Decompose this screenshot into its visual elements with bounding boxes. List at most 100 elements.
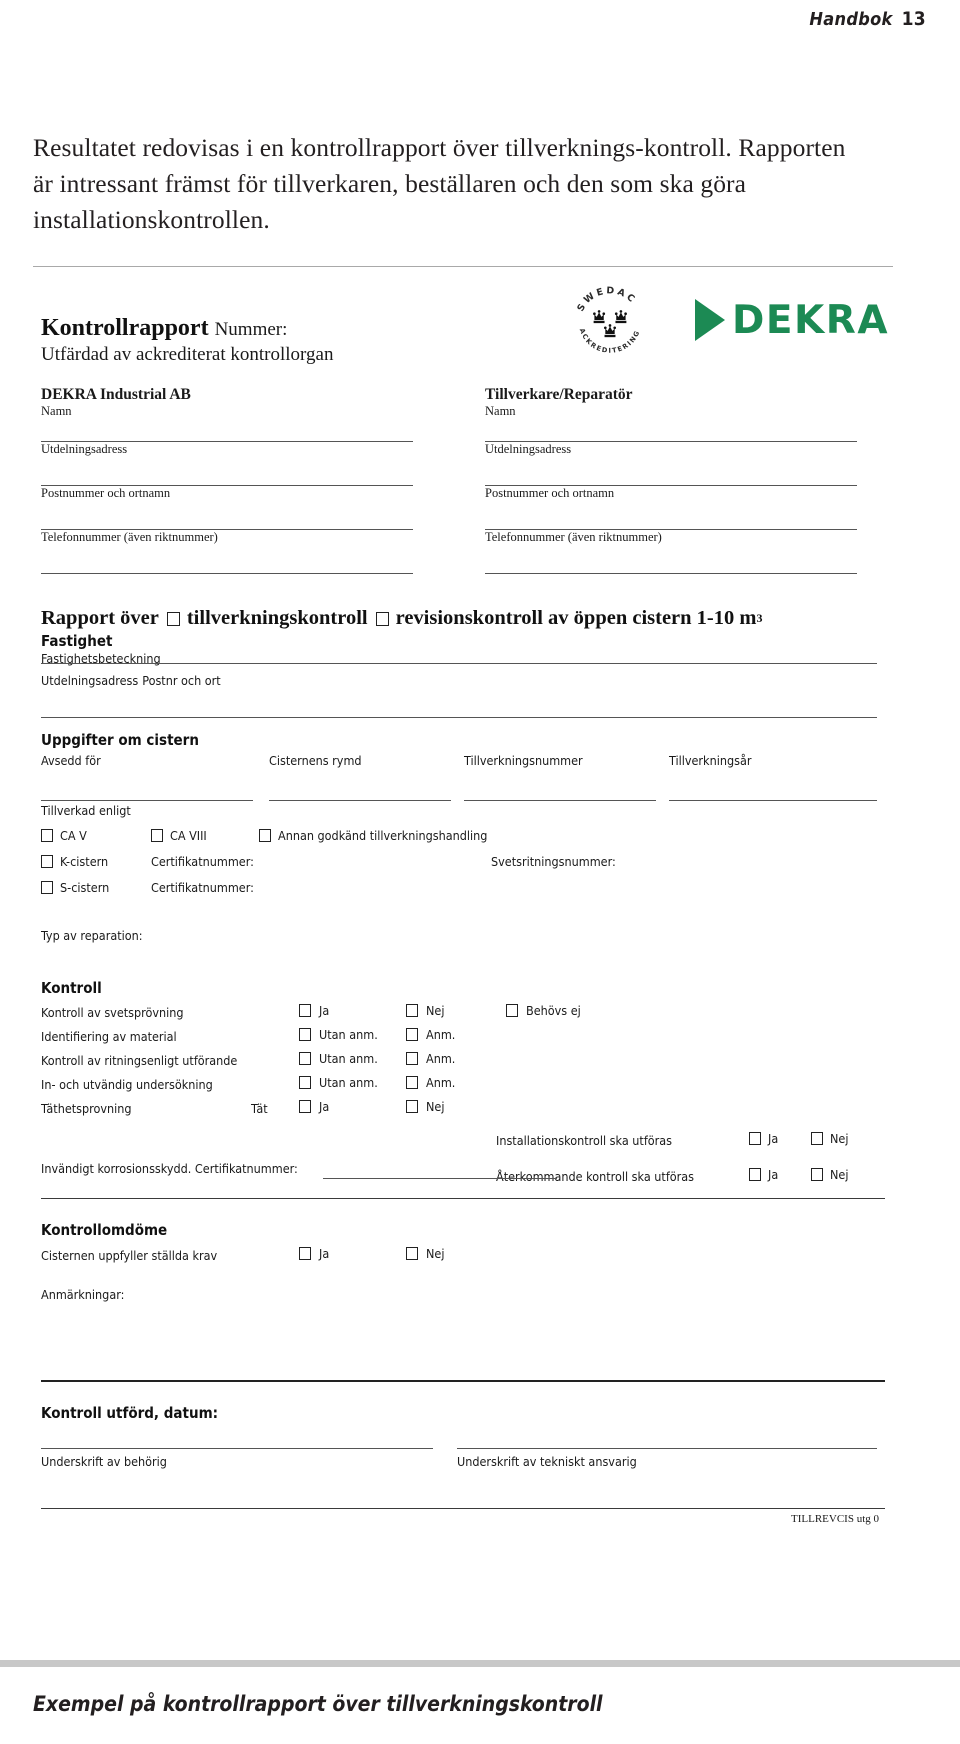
label-certifikatnummer-s: Certifikatnummer: bbox=[151, 880, 254, 895]
kontrollorgan-name: DEKRA Industrial AB bbox=[41, 386, 191, 403]
label-ca-viii: CA VIII bbox=[170, 828, 207, 843]
label-cisternen-uppfyller-krav: Cisternen uppfyller ställda krav bbox=[41, 1248, 218, 1263]
field-label-telefonnummer-left: Telefonnummer (även riktnummer) bbox=[41, 530, 218, 544]
checkbox-ca-v[interactable] bbox=[41, 829, 53, 842]
label-tathetsprovning-ja: Ja bbox=[319, 1099, 330, 1114]
fastighet-block: Fastighet Fastighetsbeteckning Utdelning… bbox=[41, 632, 885, 718]
kontrollomdome-block: Kontrollomdöme Cisternen uppfyller ställ… bbox=[41, 1221, 885, 1302]
field-rule-telefonnummer-right[interactable] bbox=[485, 573, 857, 574]
checkbox-aterkommande-nej[interactable] bbox=[811, 1168, 823, 1181]
kontroll-row-tathetsprovning: Täthetsprovning Tät Ja Nej bbox=[41, 1098, 885, 1122]
kontroll-right-row-installationskontroll: Installationskontroll ska utföras Ja Nej bbox=[496, 1130, 881, 1154]
label-certifikatnummer-k: Certifikatnummer: bbox=[151, 854, 254, 869]
label-annan-godkand-tillverkningshandling: Annan godkänd tillverkningshandling bbox=[278, 828, 488, 843]
label-underskrift-behorig: Underskrift av behörig bbox=[41, 1454, 167, 1469]
kontroll-row-label-svetsprovning: Kontroll av svetsprövning bbox=[41, 1005, 184, 1020]
cistern-col-rule-tillverkningsnummer[interactable] bbox=[464, 800, 656, 801]
checkbox-uppfyller-krav-nej[interactable] bbox=[406, 1247, 418, 1260]
kontroll-row-identifiering-material: Identifiering av material Utan anm. Anm. bbox=[41, 1026, 885, 1050]
label-aterkommande-nej: Nej bbox=[830, 1167, 849, 1182]
rapport-over-line: Rapport över tillverkningskontroll revis… bbox=[41, 607, 885, 630]
rapport-superscript: 3 bbox=[756, 611, 763, 625]
label-invandigt-korrosionsskydd: Invändigt korrosionsskydd. Certifikatnum… bbox=[41, 1161, 298, 1176]
checkbox-tathetsprovning-nej[interactable] bbox=[406, 1100, 418, 1113]
field-rule-telefonnummer-left[interactable] bbox=[41, 573, 413, 574]
running-head-page-number: 13 bbox=[901, 8, 926, 30]
cistern-col-label-rymd: Cisternens rymd bbox=[269, 753, 362, 768]
korrosionsskydd-input-rule[interactable] bbox=[323, 1178, 557, 1179]
label-undersokning-anm: Anm. bbox=[426, 1075, 456, 1090]
checkbox-ritningsenligt-utan-anm[interactable] bbox=[299, 1052, 311, 1065]
checkbox-s-cistern[interactable] bbox=[41, 881, 53, 894]
dekra-logo: DEKRA bbox=[695, 299, 889, 341]
checkbox-tathetsprovning-ja[interactable] bbox=[299, 1100, 311, 1113]
label-installationskontroll-ja: Ja bbox=[768, 1131, 779, 1146]
checkbox-undersokning-utan-anm[interactable] bbox=[299, 1076, 311, 1089]
checkbox-identifiering-anm[interactable] bbox=[406, 1028, 418, 1041]
kontroll-lower-rows: Installationskontroll ska utföras Ja Nej… bbox=[41, 1130, 885, 1192]
checkbox-tillverkningskontroll[interactable] bbox=[166, 611, 180, 626]
label-ca-v: CA V bbox=[60, 828, 87, 843]
signature-row: Underskrift av behörig Underskrift av te… bbox=[41, 1448, 885, 1504]
kontroll-row-ritningsenligt: Kontroll av ritningsenligt utförande Uta… bbox=[41, 1050, 885, 1074]
logo-row: SWEDAC ACKREDITERING DEKRA bbox=[571, 281, 889, 359]
kontroll-row-undersokning: In- och utvändig undersökning Utan anm. … bbox=[41, 1074, 885, 1098]
kontrollrapport-form: SWEDAC ACKREDITERING DEKRA Kontrollrappo… bbox=[33, 266, 893, 1545]
label-identifiering-utan-anm: Utan anm. bbox=[319, 1027, 378, 1042]
cistern-col-rule-tillverkningsar[interactable] bbox=[669, 800, 877, 801]
label-uppfyller-krav-nej: Nej bbox=[426, 1246, 445, 1261]
kontroll-row-label-undersokning: In- och utvändig undersökning bbox=[41, 1077, 213, 1092]
signature-top-divider bbox=[41, 1380, 885, 1382]
checkbox-ritningsenligt-anm[interactable] bbox=[406, 1052, 418, 1065]
tillverkare-heading: Tillverkare/Reparatör bbox=[485, 386, 633, 403]
checkbox-revisionskontroll[interactable] bbox=[375, 611, 389, 626]
label-svetsprovning-behovs-ej: Behövs ej bbox=[526, 1003, 581, 1018]
cistern-col-rule-avsedd[interactable] bbox=[41, 800, 253, 801]
fastighetsbeteckning-rule[interactable] bbox=[41, 663, 877, 664]
cistern-col-label-tillverkningsar: Tillverkningsår bbox=[669, 753, 752, 768]
checkbox-k-cistern[interactable] bbox=[41, 855, 53, 868]
checkbox-undersokning-anm[interactable] bbox=[406, 1076, 418, 1089]
checkbox-installationskontroll-nej[interactable] bbox=[811, 1132, 823, 1145]
fastighet-heading: Fastighet bbox=[41, 632, 113, 650]
kontroll-section-divider bbox=[41, 1198, 885, 1199]
cistern-col-label-avsedd: Avsedd för bbox=[41, 753, 101, 768]
label-installationskontroll: Installationskontroll ska utföras bbox=[496, 1133, 673, 1148]
party-column-tillverkare: Tillverkare/Reparatör Namn Utdelningsadr… bbox=[463, 386, 885, 574]
field-label-postnummer-right: Postnummer och ortnamn bbox=[485, 486, 615, 500]
checkbox-uppfyller-krav-ja[interactable] bbox=[299, 1247, 311, 1260]
checkbox-svetsprovning-nej[interactable] bbox=[406, 1004, 418, 1017]
caption-divider-bar bbox=[0, 1660, 960, 1667]
label-k-cistern: K-cistern bbox=[60, 854, 109, 869]
cistern-col-rule-rymd[interactable] bbox=[269, 800, 451, 801]
korrosionsskydd-row: Invändigt korrosionsskydd. Certifikatnum… bbox=[41, 1156, 581, 1190]
form-title: Kontrollrapport bbox=[41, 315, 209, 341]
checkbox-annan-godkand-tillverkningshandling[interactable] bbox=[259, 829, 271, 842]
checkbox-ca-viii[interactable] bbox=[151, 829, 163, 842]
tillverkad-row-2: K-cistern Certifikatnummer: Svetsritning… bbox=[41, 853, 885, 870]
label-underskrift-tekniskt-ansvarig: Underskrift av tekniskt ansvarig bbox=[457, 1454, 637, 1469]
kontroll-row-label-identifiering: Identifiering av material bbox=[41, 1029, 177, 1044]
signature-rule-right[interactable] bbox=[457, 1448, 877, 1449]
checkbox-installationskontroll-ja[interactable] bbox=[749, 1132, 761, 1145]
dekra-wordmark: DEKRA bbox=[732, 297, 889, 343]
checkbox-identifiering-utan-anm[interactable] bbox=[299, 1028, 311, 1041]
swedac-accreditation-seal-icon: SWEDAC ACKREDITERING bbox=[571, 281, 649, 359]
kontroll-block: Kontroll Kontroll av svetsprövning Ja Ne… bbox=[41, 979, 885, 1199]
signature-rule-left[interactable] bbox=[41, 1448, 433, 1449]
field-label-namn-left: Namn bbox=[41, 404, 72, 418]
label-ritningsenligt-utan-anm: Utan anm. bbox=[319, 1051, 378, 1066]
tillverkad-row-1: CA V CA VIII Annan godkänd tillverknings… bbox=[41, 827, 885, 844]
label-identifiering-anm: Anm. bbox=[426, 1027, 456, 1042]
checkbox-aterkommande-ja[interactable] bbox=[749, 1168, 761, 1181]
party-grid: DEKRA Industrial AB Namn Utdelningsadres… bbox=[41, 386, 885, 574]
cistern-col-label-tillverkningsnummer: Tillverkningsnummer bbox=[464, 753, 583, 768]
checkbox-svetsprovning-ja[interactable] bbox=[299, 1004, 311, 1017]
label-undersokning-utan-anm: Utan anm. bbox=[319, 1075, 378, 1090]
checkbox-svetsprovning-behovs-ej[interactable] bbox=[506, 1004, 518, 1017]
kontroll-heading: Kontroll bbox=[41, 979, 102, 997]
kontroll-row-svetsprovning: Kontroll av svetsprövning Ja Nej Behövs … bbox=[41, 1002, 885, 1026]
form-code: TILLREVCIS utg 0 bbox=[791, 1513, 879, 1525]
cistern-block: Uppgifter om cistern Avsedd för Cisterne… bbox=[41, 731, 885, 943]
fastighet-address-rule[interactable] bbox=[41, 717, 877, 718]
